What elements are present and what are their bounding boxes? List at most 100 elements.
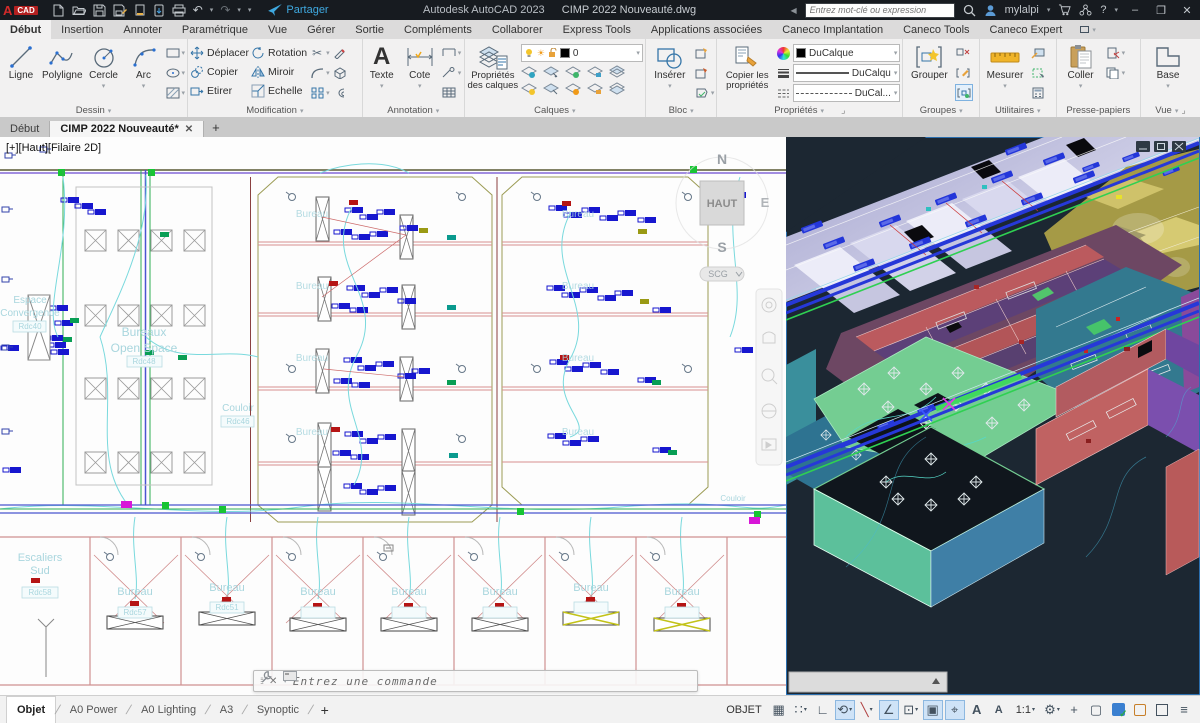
save-icon[interactable] [93,4,106,17]
username[interactable]: mylalpi [1005,4,1039,16]
autocad-logo-icon[interactable]: A CAD [3,3,38,18]
layer-isolate-icon[interactable] [521,65,537,79]
cercle-caret[interactable]: ▾ [102,82,106,90]
color-select[interactable]: DuCalque▾ [793,44,900,62]
layer-unlock-all-icon[interactable] [587,82,603,96]
undo-caret[interactable]: ▾ [210,6,214,14]
panel-bloc-footer[interactable]: Bloc▾ [648,104,715,117]
proprietes-calques-button[interactable]: Propriétés des calques [467,41,519,91]
redo-caret[interactable]: ▾ [237,6,241,14]
linetype-select[interactable]: DuCal...▾ [793,84,900,102]
recent-commands-icon[interactable]: ▾ [283,677,287,685]
viewcube-north[interactable]: N [717,151,727,167]
customize-wrench-icon[interactable] [260,671,273,683]
object-snap-tracking-icon[interactable]: ∠ [879,700,899,720]
viewport-window-controls[interactable] [1136,141,1186,152]
write-block-tool[interactable] [694,64,715,81]
tab-complements[interactable]: Compléments [394,20,482,39]
clean-screen-icon[interactable] [1152,700,1172,720]
command-line[interactable]: ⁞⁞ ✕ ▾ Entrez une commande [253,670,698,692]
cart-icon[interactable] [1058,4,1071,16]
arc-button[interactable]: Arc ▾ [125,41,163,90]
viewport-controls[interactable]: [+][Haut][Filaire 2D] [6,142,101,154]
create-block-tool[interactable] [694,44,715,61]
customize-hamburger-icon[interactable]: ≡ [1174,700,1194,720]
new-drawing-tab[interactable]: + [204,118,228,137]
rectangle-tool[interactable]: ▾ [165,44,186,61]
coller-button[interactable]: Coller▾ [1059,41,1103,90]
user-avatar-icon[interactable] [984,4,997,17]
panel-utilitaires-footer[interactable]: Utilitaires▾ [982,104,1054,117]
model-space-button[interactable]: OBJET [721,700,766,720]
tab-annoter[interactable]: Annoter [113,20,172,39]
layer-prev-icon[interactable] [543,82,559,96]
panel-groupes-footer[interactable]: Groupes▾ [905,104,977,117]
customization-plus-icon[interactable]: + [1064,700,1084,720]
ligne-button[interactable]: Ligne [2,41,40,82]
polar-tracking-icon[interactable]: ⟲▾ [835,700,855,720]
layer-freeze-icon[interactable] [543,65,559,79]
copy-clip-tool[interactable]: ▾ [1105,64,1126,81]
save-as-icon[interactable] [113,4,127,17]
layout-tab-a0-lighting[interactable]: A0 Lighting [131,696,206,723]
tab-caneco-expert[interactable]: Caneco Expert [980,20,1073,39]
calculator-tool[interactable] [1030,84,1046,101]
graphics-performance-icon[interactable] [1108,700,1128,720]
rotation-button[interactable]: Rotation [251,43,307,62]
tab-caneco-implantation[interactable]: Caneco Implantation [772,20,893,39]
tab-caneco-tools[interactable]: Caneco Tools [893,20,979,39]
restore-button[interactable]: ❐ [1152,4,1170,17]
horizontal-scrollbar[interactable] [789,672,947,692]
layout-tab-a0-power[interactable]: A0 Power [60,696,128,723]
layer-dropdown[interactable]: ☀ 0 ▾ [521,44,643,62]
ribbon-display-toggle[interactable]: ▾ [1072,20,1104,39]
miroir-button[interactable]: Miroir [251,62,307,81]
print-icon[interactable] [172,4,186,17]
etirer-button[interactable]: Etirer [190,81,249,100]
mobile-icon[interactable] [153,4,165,17]
annotation-scale-icon[interactable]: A [989,700,1009,720]
layer-walk-icon[interactable] [609,82,625,96]
command-input[interactable]: Entrez une commande [293,675,438,688]
edit-group-tool[interactable] [955,64,973,81]
minimize-button[interactable]: – [1126,4,1144,16]
new-layout-button[interactable]: + [313,702,337,718]
apps-icon[interactable] [1079,4,1092,16]
color-wheel-icon[interactable] [777,47,790,60]
ortho-icon[interactable]: ∟ [813,700,833,720]
panel-modification-footer[interactable]: Modification▾ [190,104,360,117]
layout-tab-objet[interactable]: Objet [6,696,56,723]
echelle-button[interactable]: Echelle [251,81,307,100]
viewcube-wcs-menu[interactable]: SCG [700,267,744,281]
array-tool[interactable]: ▾ [309,84,330,101]
viewport-2d[interactable]: Bureaux Open Space Rdc48 Espace Converge… [0,137,786,695]
redo-icon[interactable]: ↷ [220,4,230,16]
arc-caret[interactable]: ▾ [142,82,146,90]
close-tab-icon[interactable]: ✕ [185,124,193,135]
new-file-icon[interactable] [52,4,65,17]
vue-dialog-launcher[interactable]: ⌟ [1181,105,1185,116]
collapse-search-icon[interactable]: ◀ [790,6,796,15]
lineweight-icon[interactable]: ▣ [923,700,943,720]
file-tab-start[interactable]: Début [0,121,50,137]
search-input[interactable] [806,5,954,15]
copier-proprietes-button[interactable]: Copier les propriétés [719,41,775,91]
lineweight-select[interactable]: DuCalqu▾ [793,64,900,82]
user-menu-caret[interactable]: ▾ [1047,6,1051,14]
search-box[interactable] [805,3,955,18]
quick-select-tool[interactable] [1030,64,1046,81]
panel-annotation-footer[interactable]: Annotation▾ [365,104,462,117]
file-tab-cimp[interactable]: CIMP 2022 Nouveauté*✕ [50,121,204,137]
id-point-tool[interactable] [1030,44,1046,61]
copier-button[interactable]: Copier [190,62,249,81]
hatch-tool[interactable]: ▾ [165,84,186,101]
help-caret[interactable]: ▾ [1114,6,1118,14]
layer-thaw-all-icon[interactable] [565,82,581,96]
inserer-button[interactable]: Insérer▾ [648,41,692,90]
trim-tool[interactable]: ✂▾ [309,44,330,61]
group-manager-tool[interactable] [955,84,973,101]
grid-icon[interactable]: ▦ [769,700,789,720]
tab-parametrique[interactable]: Paramétrique [172,20,258,39]
erase-tool[interactable] [332,44,348,61]
tab-express-tools[interactable]: Express Tools [553,20,641,39]
